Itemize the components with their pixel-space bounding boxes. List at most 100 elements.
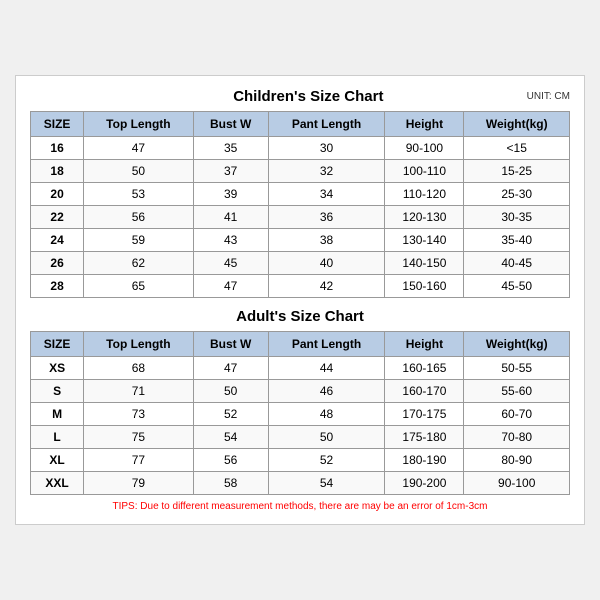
- data-cell: 15-25: [464, 160, 570, 183]
- table-row: L755450175-18070-80: [31, 426, 570, 449]
- data-cell: 79: [84, 472, 193, 495]
- data-cell: 90-100: [464, 472, 570, 495]
- data-cell: 48: [268, 403, 385, 426]
- data-cell: 37: [193, 160, 268, 183]
- data-cell: 35: [193, 137, 268, 160]
- adult-header-pant-length: Pant Length: [268, 332, 385, 357]
- size-chart-container: Children's Size Chart UNIT: CM SIZE Top …: [15, 75, 585, 525]
- data-cell: 38: [268, 229, 385, 252]
- data-cell: 59: [84, 229, 193, 252]
- size-cell: S: [31, 380, 84, 403]
- data-cell: 54: [193, 426, 268, 449]
- data-cell: 55-60: [464, 380, 570, 403]
- data-cell: 43: [193, 229, 268, 252]
- data-cell: 35-40: [464, 229, 570, 252]
- data-cell: 160-170: [385, 380, 464, 403]
- data-cell: 60-70: [464, 403, 570, 426]
- header-height: Height: [385, 112, 464, 137]
- data-cell: 44: [268, 357, 385, 380]
- data-cell: 53: [84, 183, 193, 206]
- data-cell: 54: [268, 472, 385, 495]
- table-row: 18503732100-11015-25: [31, 160, 570, 183]
- adult-chart-title: Adult's Size Chart: [30, 308, 570, 325]
- header-bust-w: Bust W: [193, 112, 268, 137]
- size-cell: 26: [31, 252, 84, 275]
- data-cell: 130-140: [385, 229, 464, 252]
- data-cell: 77: [84, 449, 193, 472]
- data-cell: 42: [268, 275, 385, 298]
- size-cell: XXL: [31, 472, 84, 495]
- adult-header-size: SIZE: [31, 332, 84, 357]
- adult-title-row: Adult's Size Chart: [30, 308, 570, 325]
- data-cell: 50-55: [464, 357, 570, 380]
- table-row: S715046160-17055-60: [31, 380, 570, 403]
- size-cell: 24: [31, 229, 84, 252]
- data-cell: 110-120: [385, 183, 464, 206]
- table-row: XS684744160-16550-55: [31, 357, 570, 380]
- table-row: 20533934110-12025-30: [31, 183, 570, 206]
- table-row: 22564136120-13030-35: [31, 206, 570, 229]
- size-cell: 28: [31, 275, 84, 298]
- data-cell: 47: [84, 137, 193, 160]
- table-row: 1647353090-100<15: [31, 137, 570, 160]
- size-cell: M: [31, 403, 84, 426]
- size-cell: 20: [31, 183, 84, 206]
- table-row: 26624540140-15040-45: [31, 252, 570, 275]
- data-cell: 34: [268, 183, 385, 206]
- children-title-row: Children's Size Chart UNIT: CM: [30, 88, 570, 105]
- table-row: M735248170-17560-70: [31, 403, 570, 426]
- data-cell: 170-175: [385, 403, 464, 426]
- data-cell: 100-110: [385, 160, 464, 183]
- size-cell: 16: [31, 137, 84, 160]
- adult-header-weight: Weight(kg): [464, 332, 570, 357]
- data-cell: 41: [193, 206, 268, 229]
- data-cell: 39: [193, 183, 268, 206]
- data-cell: 52: [268, 449, 385, 472]
- adult-header-row: SIZE Top Length Bust W Pant Length Heigh…: [31, 332, 570, 357]
- data-cell: 50: [84, 160, 193, 183]
- header-pant-length: Pant Length: [268, 112, 385, 137]
- data-cell: 65: [84, 275, 193, 298]
- size-cell: XL: [31, 449, 84, 472]
- data-cell: 160-165: [385, 357, 464, 380]
- data-cell: 30-35: [464, 206, 570, 229]
- size-cell: 18: [31, 160, 84, 183]
- data-cell: <15: [464, 137, 570, 160]
- data-cell: 68: [84, 357, 193, 380]
- children-header-row: SIZE Top Length Bust W Pant Length Heigh…: [31, 112, 570, 137]
- header-size: SIZE: [31, 112, 84, 137]
- data-cell: 180-190: [385, 449, 464, 472]
- data-cell: 46: [268, 380, 385, 403]
- children-table-body: 1647353090-100<1518503732100-11015-25205…: [31, 137, 570, 298]
- data-cell: 50: [268, 426, 385, 449]
- adult-table-body: XS684744160-16550-55S715046160-17055-60M…: [31, 357, 570, 495]
- table-row: XL775652180-19080-90: [31, 449, 570, 472]
- data-cell: 62: [84, 252, 193, 275]
- data-cell: 45: [193, 252, 268, 275]
- data-cell: 56: [193, 449, 268, 472]
- data-cell: 140-150: [385, 252, 464, 275]
- table-row: 28654742150-16045-50: [31, 275, 570, 298]
- data-cell: 47: [193, 357, 268, 380]
- data-cell: 90-100: [385, 137, 464, 160]
- data-cell: 120-130: [385, 206, 464, 229]
- size-cell: L: [31, 426, 84, 449]
- children-size-table: SIZE Top Length Bust W Pant Length Heigh…: [30, 111, 570, 298]
- data-cell: 36: [268, 206, 385, 229]
- data-cell: 175-180: [385, 426, 464, 449]
- data-cell: 50: [193, 380, 268, 403]
- data-cell: 45-50: [464, 275, 570, 298]
- data-cell: 70-80: [464, 426, 570, 449]
- header-top-length: Top Length: [84, 112, 193, 137]
- table-row: 24594338130-14035-40: [31, 229, 570, 252]
- data-cell: 75: [84, 426, 193, 449]
- data-cell: 58: [193, 472, 268, 495]
- data-cell: 30: [268, 137, 385, 160]
- data-cell: 150-160: [385, 275, 464, 298]
- unit-label: UNIT: CM: [527, 91, 570, 102]
- size-cell: XS: [31, 357, 84, 380]
- data-cell: 71: [84, 380, 193, 403]
- data-cell: 40: [268, 252, 385, 275]
- data-cell: 80-90: [464, 449, 570, 472]
- data-cell: 47: [193, 275, 268, 298]
